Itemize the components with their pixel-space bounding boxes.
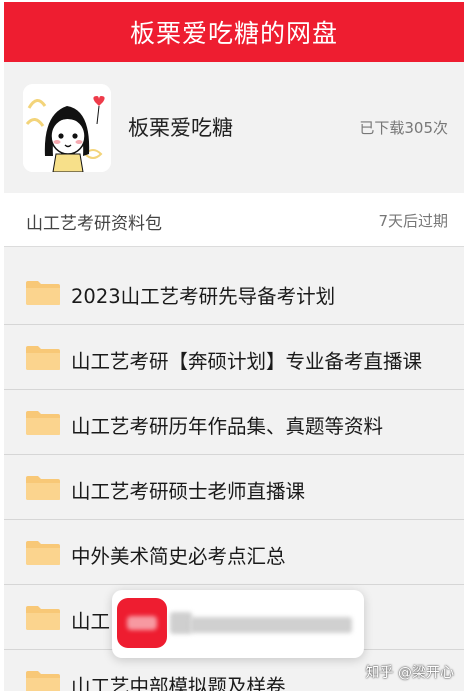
blurred-text bbox=[170, 612, 192, 634]
list-item-label: 中外美术简史必考点汇总 bbox=[71, 545, 286, 568]
list-item[interactable]: 2023山工艺考研先导备考计划 bbox=[4, 260, 464, 325]
blurred-text bbox=[190, 617, 352, 633]
expiry-text: 7天后过期 bbox=[378, 212, 448, 230]
folder-icon bbox=[26, 541, 60, 565]
list-item-label: 山工 bbox=[71, 610, 111, 633]
page-title: 板栗爱吃糖的网盘 bbox=[129, 19, 338, 48]
download-count: 已下载305次 bbox=[359, 119, 448, 137]
folder-icon bbox=[26, 411, 60, 435]
user-name: 板栗爱吃糖 bbox=[128, 116, 233, 140]
folder-icon bbox=[26, 346, 60, 370]
package-bar: 山工艺考研资料包 7天后过期 bbox=[4, 193, 464, 247]
list-item[interactable]: 山工艺考研【奔硕计划】专业备考直播课 bbox=[4, 325, 464, 390]
folder-icon bbox=[26, 281, 60, 305]
watermark: 知乎 @梁开心 bbox=[365, 665, 454, 681]
folder-icon bbox=[26, 476, 60, 500]
cartoon-girl-avatar-icon bbox=[23, 84, 111, 172]
folder-icon bbox=[26, 671, 60, 691]
folder-icon bbox=[26, 606, 60, 630]
app-logo-icon bbox=[117, 598, 167, 648]
list-item-label: 山工艺考研【奔硕计划】专业备考直播课 bbox=[71, 350, 423, 373]
notification-popup[interactable] bbox=[112, 590, 364, 658]
profile-section: 板栗爱吃糖 已下载305次 bbox=[4, 62, 464, 190]
list-item-label: 山工艺中部模拟题及样卷 bbox=[71, 675, 286, 691]
blurred-logo-text bbox=[127, 616, 157, 630]
app-frame: 板栗爱吃糖的网盘 板栗爱吃糖 已下载305次 山工艺考研资料包 7天后过期 20… bbox=[4, 2, 464, 691]
list-item[interactable]: 山工艺考研历年作品集、真题等资料 bbox=[4, 390, 464, 455]
list-item[interactable]: 中外美术简史必考点汇总 bbox=[4, 520, 464, 585]
page-header: 板栗爱吃糖的网盘 bbox=[4, 2, 464, 62]
package-name: 山工艺考研资料包 bbox=[26, 214, 162, 234]
list-item[interactable]: 山工艺考研硕士老师直播课 bbox=[4, 455, 464, 520]
avatar[interactable] bbox=[23, 84, 111, 172]
list-item-label: 山工艺考研硕士老师直播课 bbox=[71, 480, 306, 503]
list-item-label: 山工艺考研历年作品集、真题等资料 bbox=[71, 415, 384, 438]
list-item-label: 2023山工艺考研先导备考计划 bbox=[71, 285, 336, 308]
